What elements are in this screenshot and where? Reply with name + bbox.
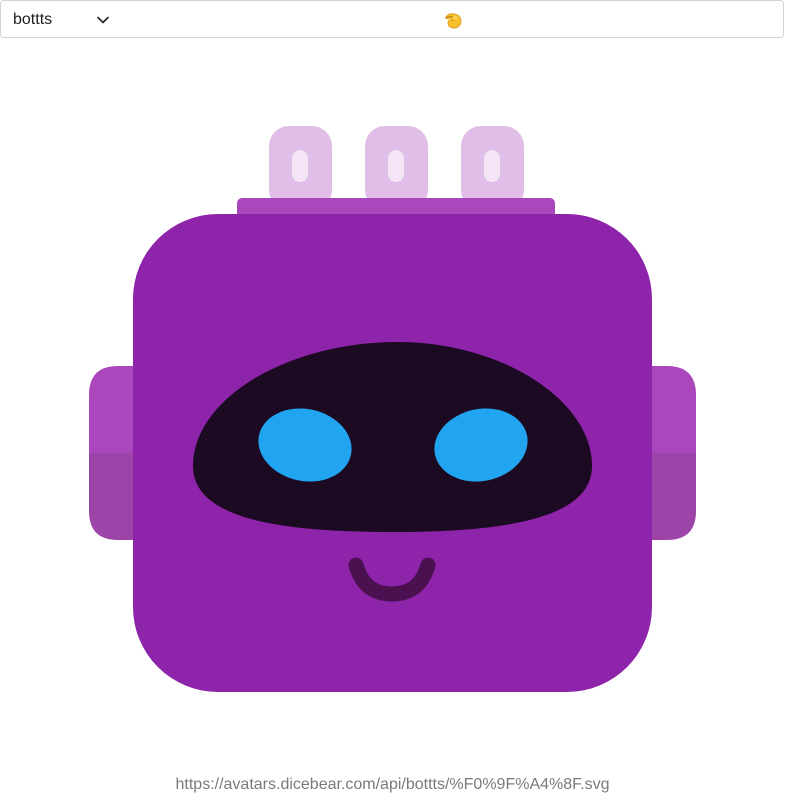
pinching-hand-emoji-icon (445, 13, 462, 29)
avatar-url[interactable]: https://avatars.dicebear.com/api/bottts/… (0, 775, 785, 795)
right-ear (650, 366, 696, 540)
chevron-down-icon (97, 16, 109, 24)
avatar-style-select[interactable]: bottts (0, 0, 124, 38)
robot-avatar (89, 126, 696, 692)
antennas (269, 126, 524, 210)
toolbar: bottts (0, 0, 785, 38)
avatar-style-select-value: bottts (13, 11, 53, 28)
left-ear (89, 366, 135, 540)
seed-input[interactable] (123, 0, 784, 38)
